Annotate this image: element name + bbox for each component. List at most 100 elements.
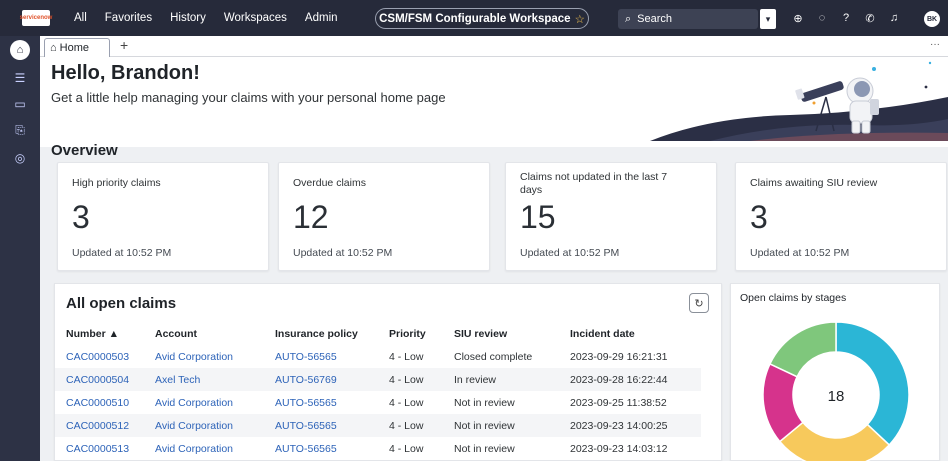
column-header-policy[interactable]: Insurance policy	[275, 322, 389, 345]
account-link[interactable]: Avid Corporation	[155, 437, 275, 460]
star-icon[interactable]: ☆	[575, 12, 585, 26]
search-placeholder: Search	[637, 13, 673, 25]
account-link[interactable]: Axel Tech	[155, 368, 275, 391]
stat-value: 12	[293, 199, 329, 235]
stat-value: 3	[72, 199, 90, 235]
astronaut-illustration	[650, 61, 948, 141]
top-navigation-bar: servicenow All Favorites History Workspa…	[0, 0, 948, 36]
search-scope-dropdown[interactable]: ▾	[760, 9, 776, 29]
incident-date-cell: 2023-09-23 14:00:25	[570, 414, 701, 437]
workspace-label: CSM/FSM Configurable Workspace	[379, 12, 571, 25]
column-header-account[interactable]: Account	[155, 322, 275, 345]
help-icon[interactable]: ?	[840, 12, 852, 24]
siu-review-cell: In review	[454, 368, 570, 391]
analytics-icon[interactable]: ◎	[10, 148, 30, 168]
table-header-row: Number ▲ Account Insurance policy Priori…	[55, 322, 701, 345]
bell-icon[interactable]: ♫	[888, 12, 900, 24]
policy-link[interactable]: AUTO-56565	[275, 437, 389, 460]
tab-strip: ⌂ Home + ···	[40, 36, 948, 57]
inbox-icon[interactable]: ▭	[10, 94, 30, 114]
stat-card-high-priority[interactable]: High priority claims 3 Updated at 10:52 …	[57, 162, 269, 271]
siu-review-cell: Closed complete	[454, 350, 533, 363]
chat-icon[interactable]: ◌	[816, 12, 828, 24]
policy-link[interactable]: AUTO-56565	[275, 345, 389, 368]
stat-card-siu-review[interactable]: Claims awaiting SIU review 3 Updated at …	[735, 162, 947, 271]
stat-label: Claims awaiting SIU review	[750, 177, 878, 189]
claim-number-link[interactable]: CAC0000512	[55, 414, 155, 437]
donut-segment-3[interactable]	[768, 321, 837, 378]
stat-label: High priority claims	[72, 177, 161, 189]
greeting-heading: Hello, Brandon!	[51, 62, 200, 84]
claims-heading: All open claims	[66, 295, 177, 312]
siu-review-cell: Not in review	[454, 414, 570, 437]
column-header-number[interactable]: Number ▲	[55, 322, 155, 345]
stages-donut-chart: 18	[762, 321, 910, 461]
priority-cell: 4 - Low	[389, 442, 424, 455]
priority-cell: 4 - Low	[389, 350, 424, 363]
globe-icon[interactable]: ⊕	[792, 12, 804, 25]
account-link[interactable]: Avid Corporation	[155, 414, 275, 437]
stat-updated: Updated at 10:52 PM	[750, 247, 850, 259]
table-row[interactable]: CAC0000503 Avid Corporation AUTO-56565 4…	[55, 345, 701, 368]
stat-value: 15	[520, 199, 556, 235]
stat-card-not-updated[interactable]: Claims not updated in the last 7 days 15…	[505, 162, 717, 271]
stat-value: 3	[750, 199, 768, 235]
account-link[interactable]: Avid Corporation	[155, 391, 275, 414]
global-search[interactable]: ⌕ Search	[618, 9, 758, 29]
tab-home[interactable]: ⌂ Home	[44, 38, 110, 57]
table-row[interactable]: CAC0000504 Axel Tech AUTO-56769 4 - Low …	[55, 368, 701, 391]
column-header-incident-date[interactable]: Incident date	[570, 322, 701, 345]
claim-number-link[interactable]: CAC0000513	[55, 437, 155, 460]
priority-cell: 4 - Low	[389, 396, 424, 409]
servicenow-logo[interactable]: servicenow	[20, 10, 52, 26]
donut-segment-0[interactable]	[835, 321, 910, 447]
add-tab-icon[interactable]: +	[120, 37, 128, 53]
column-header-priority[interactable]: Priority	[389, 322, 454, 345]
claim-number-link[interactable]: CAC0000510	[55, 391, 155, 414]
nav-favorites[interactable]: Favorites	[105, 12, 152, 24]
refresh-icon[interactable]: ↻	[689, 293, 709, 313]
nav-all[interactable]: All	[74, 12, 87, 24]
account-link[interactable]: Avid Corporation	[155, 345, 275, 368]
siu-review-cell: Not in review	[454, 442, 515, 455]
nav-workspaces[interactable]: Workspaces	[224, 12, 287, 24]
workspace-selector[interactable]: CSM/FSM Configurable Workspace ☆	[375, 8, 589, 29]
left-rail: ⌂ ☰ ▭ ⎘ ◎	[0, 36, 40, 461]
incident-date-cell: 2023-09-25 11:38:52	[570, 396, 667, 409]
incident-date-cell: 2023-09-29 16:21:31	[570, 350, 668, 363]
priority-cell: 4 - Low	[389, 368, 454, 391]
policy-link[interactable]: AUTO-56565	[275, 414, 389, 437]
priority-cell: 4 - Low	[389, 414, 454, 437]
stat-updated: Updated at 10:52 PM	[72, 247, 172, 259]
list-icon[interactable]: ☰	[10, 68, 30, 88]
welcome-banner: Hello, Brandon! Get a little help managi…	[40, 57, 948, 147]
user-avatar[interactable]: BK	[924, 11, 940, 27]
nav-history[interactable]: History	[170, 12, 206, 24]
phone-icon[interactable]: ✆	[864, 12, 876, 25]
more-icon[interactable]: ···	[930, 39, 940, 50]
policy-link[interactable]: AUTO-56769	[275, 368, 389, 391]
claim-number-link[interactable]: CAC0000504	[55, 368, 155, 391]
table-row[interactable]: CAC0000513 Avid Corporation AUTO-56565 4…	[55, 437, 701, 460]
table-row[interactable]: CAC0000512 Avid Corporation AUTO-56565 4…	[55, 414, 701, 437]
stat-updated: Updated at 10:52 PM	[293, 247, 393, 259]
column-header-siu[interactable]: SIU review	[454, 322, 570, 345]
nav-admin[interactable]: Admin	[305, 12, 338, 24]
claims-table: Number ▲ Account Insurance policy Priori…	[55, 322, 701, 460]
claim-number-link[interactable]: CAC0000503	[55, 345, 155, 368]
donut-total-label: 18	[828, 388, 845, 405]
stat-label: Claims not updated in the last 7 days	[520, 171, 668, 196]
search-icon: ⌕	[625, 12, 632, 25]
stat-card-overdue[interactable]: Overdue claims 12 Updated at 10:52 PM	[278, 162, 490, 271]
table-row[interactable]: CAC0000510 Avid Corporation AUTO-56565 4…	[55, 391, 701, 414]
policy-link[interactable]: AUTO-56565	[275, 391, 389, 414]
routing-icon[interactable]: ⎘	[10, 120, 30, 140]
stages-panel: Open claims by stages 18	[730, 283, 940, 461]
top-icon-group: ⊕ ◌ ? ✆ ♫	[792, 0, 900, 36]
home-tab-icon: ⌂	[50, 42, 57, 54]
stat-label: Overdue claims	[293, 177, 366, 189]
main-nav: All Favorites History Workspaces Admin	[74, 0, 356, 36]
incident-date-cell: 2023-09-23 14:03:12	[570, 442, 668, 455]
stat-updated: Updated at 10:52 PM	[520, 247, 620, 259]
home-icon[interactable]: ⌂	[10, 40, 30, 60]
